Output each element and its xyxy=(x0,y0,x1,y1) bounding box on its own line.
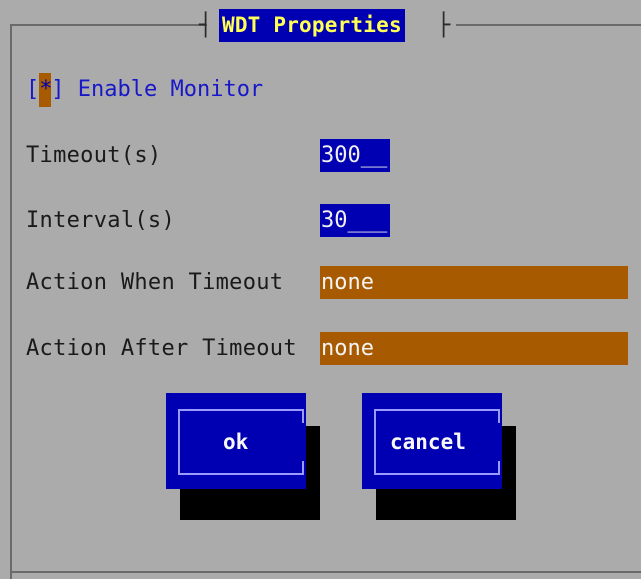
title-right-bracket: ├ xyxy=(437,13,451,38)
checkbox-open-bracket: [ xyxy=(26,77,40,102)
dialog-title: WDT Properties xyxy=(219,9,405,42)
interval-input[interactable]: 30___ xyxy=(320,204,390,237)
frame-bottom xyxy=(10,571,641,573)
checkbox-close-bracket: ] xyxy=(51,77,65,102)
enable-monitor-label: Enable Monitor xyxy=(77,77,264,102)
cancel-button-label: cancel xyxy=(390,430,466,454)
frame-left xyxy=(10,24,12,579)
action-when-timeout-select[interactable]: none xyxy=(320,266,628,299)
action-when-timeout-label: Action When Timeout xyxy=(26,270,284,295)
interval-label: Interval(s) xyxy=(26,208,175,233)
action-after-timeout-select[interactable]: none xyxy=(320,332,628,365)
frame-top-right xyxy=(456,24,641,26)
ok-button[interactable]: ok xyxy=(166,393,306,489)
checkbox-mark[interactable]: * xyxy=(39,73,53,107)
ok-button-border-gap-right xyxy=(296,423,306,461)
timeout-label: Timeout(s) xyxy=(26,143,162,168)
ok-button-label: ok xyxy=(223,430,249,454)
title-left-bracket: ┤ xyxy=(199,13,213,38)
action-after-timeout-label: Action After Timeout xyxy=(26,336,297,361)
wdt-properties-dialog: ┤ WDT Properties ├ [*] Enable Monitor Ti… xyxy=(0,0,641,579)
cancel-button[interactable]: cancel xyxy=(362,393,502,489)
frame-top-left xyxy=(10,24,207,26)
timeout-input[interactable]: 300__ xyxy=(320,139,390,172)
cancel-button-border-gap xyxy=(377,423,387,461)
ok-button-border-gap xyxy=(181,423,191,461)
enable-monitor-checkbox[interactable]: [*] Enable Monitor xyxy=(26,73,263,107)
cancel-button-border-gap-right xyxy=(492,423,502,461)
